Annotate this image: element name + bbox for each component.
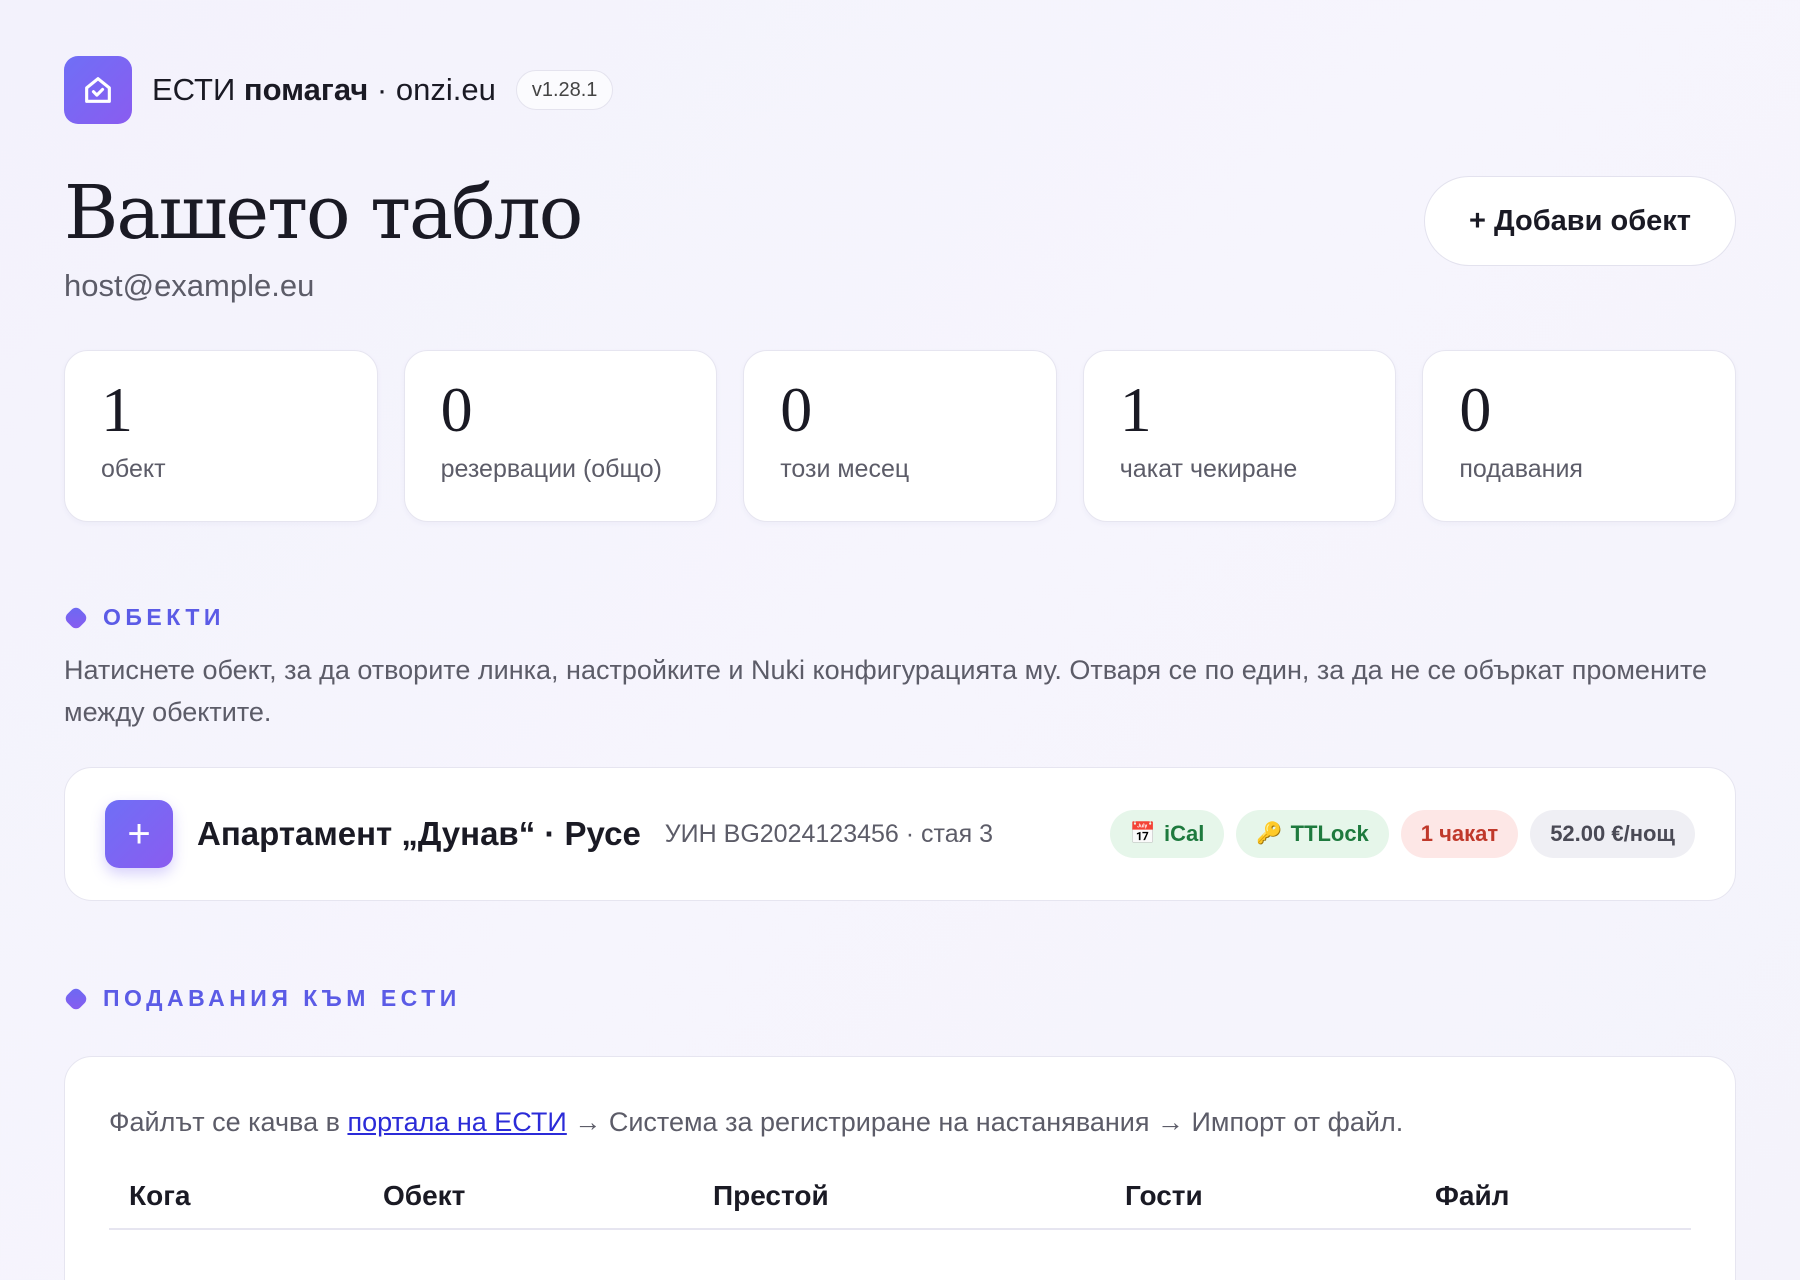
property-badges: 📅 iCal 🔑 TTLock 1 чакат 52.00 €/нощ	[1109, 810, 1695, 858]
calendar-icon: 📅	[1129, 822, 1157, 845]
user-email: host@example.eu	[64, 268, 315, 303]
section-title: ОБЕКТИ	[103, 604, 225, 630]
column-header-file: Файл	[1415, 1166, 1691, 1230]
submissions-section-header: ПОДАВАНИЯ КЪМ ЕСТИ	[63, 985, 1736, 1012]
stat-label: подавания	[1459, 455, 1583, 483]
page: ЕСТИ помагач · onzi.eu v1.28.1 Вашето та…	[63, 56, 1736, 1280]
stat-label: чакат чекиране	[1119, 455, 1298, 483]
note-prefix: Файлът се качва в	[109, 1107, 340, 1137]
note-suffix: → Система за регистриране на настанявани…	[574, 1107, 1404, 1137]
stat-card-this-month: 0 този месец	[743, 350, 1057, 522]
stat-label: резервации (общо)	[440, 455, 663, 483]
column-header-when: Кога	[109, 1166, 363, 1230]
pending-badge: 1 чакат	[1400, 810, 1519, 858]
ttlock-label: TTLock	[1290, 821, 1369, 846]
price-badge: 52.00 €/нощ	[1530, 810, 1695, 858]
expand-plus-icon[interactable]: +	[105, 800, 173, 868]
diamond-bullet-icon	[63, 985, 89, 1012]
ical-label: iCal	[1164, 821, 1205, 846]
ical-badge: 📅 iCal	[1109, 810, 1225, 858]
brand-prefix: ЕСТИ	[152, 72, 236, 107]
property-uin: УИН BG2024123456 · стая 3	[664, 819, 993, 848]
title-row: Вашето табло host@example.eu + Добави об…	[64, 168, 1736, 303]
column-header-stay: Престой	[693, 1166, 1105, 1230]
stat-value: 1	[1119, 374, 1152, 445]
table-header-row: Кога Обект Престой Гости Файл	[109, 1166, 1691, 1230]
property-name[interactable]: Апартамент „Дунав“ · Русе	[197, 815, 641, 853]
brand-bold: помагач	[243, 72, 369, 107]
stat-card-submissions: 0 подавания	[1422, 350, 1736, 522]
brand-suffix: · onzi.eu	[376, 72, 496, 107]
stat-label: обект	[101, 455, 166, 483]
brand-name[interactable]: ЕСТИ помагач · onzi.eu	[152, 72, 496, 108]
house-check-icon[interactable]	[64, 56, 132, 124]
column-header-guests: Гости	[1105, 1166, 1415, 1230]
submissions-table: Кога Обект Престой Гости Файл	[109, 1166, 1691, 1230]
stat-label: този месец	[780, 455, 910, 483]
stat-value: 0	[780, 374, 813, 445]
submissions-note: Файлът се качва в портала на ЕСТИ → Сист…	[109, 1107, 1691, 1138]
version-badge: v1.28.1	[515, 70, 614, 110]
diamond-bullet-icon	[63, 604, 89, 631]
brand-header: ЕСТИ помагач · onzi.eu v1.28.1	[64, 56, 1736, 124]
stat-value: 0	[1459, 374, 1492, 445]
stat-value: 1	[101, 374, 133, 445]
submissions-card: Файлът се качва в портала на ЕСТИ → Сист…	[64, 1056, 1736, 1280]
key-icon: 🔑	[1256, 822, 1283, 845]
stat-card-reservations: 0 резервации (общо)	[403, 350, 718, 522]
stat-card-objects: 1 обект	[64, 350, 378, 522]
section-title: ПОДАВАНИЯ КЪМ ЕСТИ	[103, 985, 461, 1011]
objects-section-header: ОБЕКТИ	[63, 604, 1736, 631]
stat-card-pending-checkin: 1 чакат чекиране	[1082, 350, 1397, 522]
property-card[interactable]: + Апартамент „Дунав“ · Русе УИН BG202412…	[64, 767, 1736, 901]
column-header-object: Обект	[363, 1166, 693, 1230]
stats-row: 1 обект 0 резервации (общо) 0 този месец…	[64, 350, 1736, 522]
objects-description: Натиснете обект, за да отворите линка, н…	[64, 655, 1708, 727]
add-object-button[interactable]: + Добави обект	[1424, 176, 1736, 266]
ttlock-badge: 🔑 TTLock	[1236, 810, 1389, 858]
esti-portal-link[interactable]: портала на ЕСТИ	[347, 1107, 566, 1137]
stat-value: 0	[440, 374, 473, 445]
